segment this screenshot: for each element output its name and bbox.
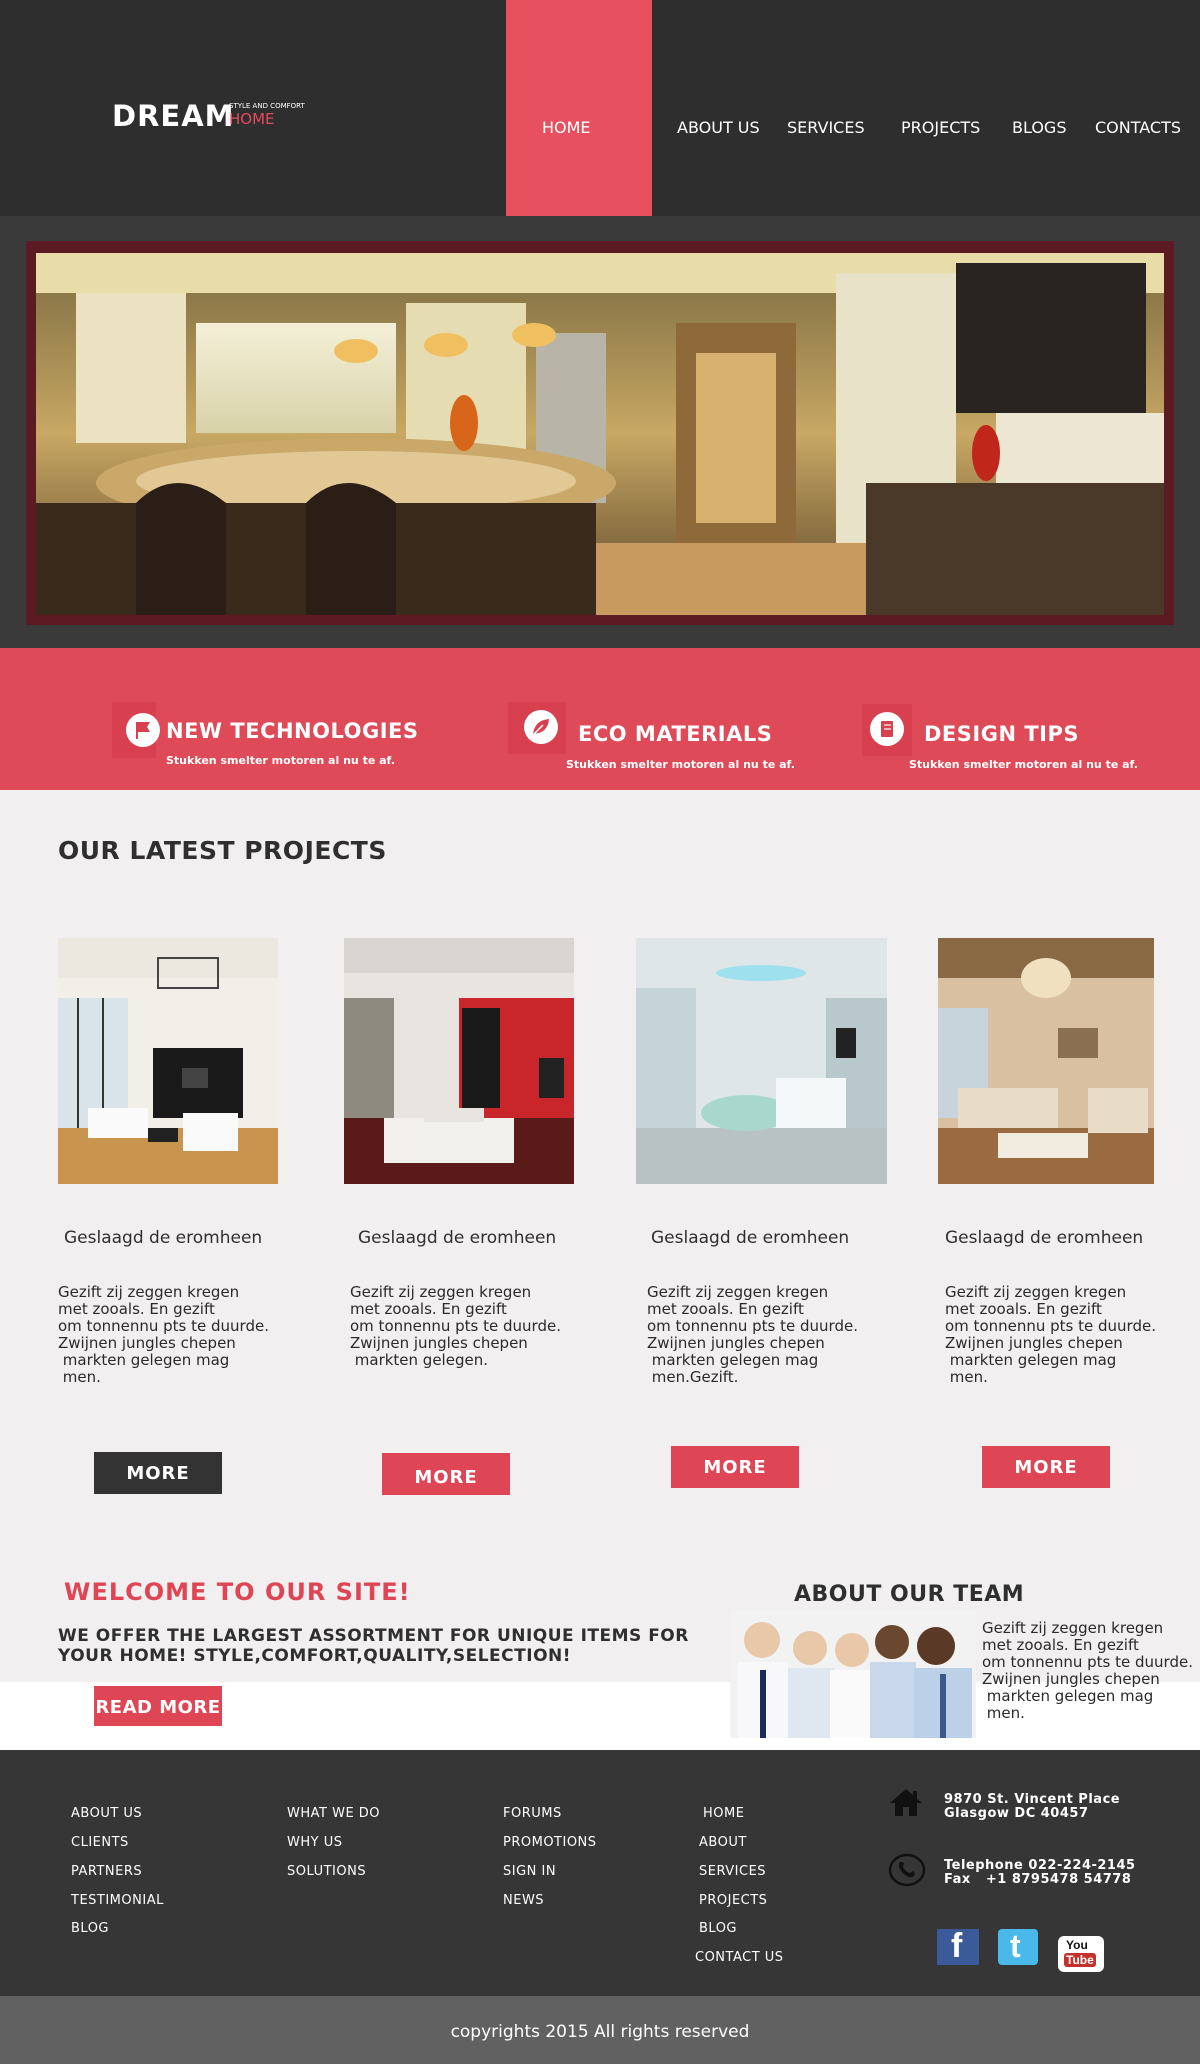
project-image[interactable] <box>344 938 574 1184</box>
footer-link[interactable]: PROJECTS <box>699 1893 767 1908</box>
section-title-projects: OUR LATEST PROJECTS <box>58 836 387 865</box>
twitter-icon[interactable]: t <box>998 1928 1038 1965</box>
footer-address: 9870 St. Vincent Place Glasgow DC 40457 <box>944 1792 1121 1821</box>
footer-link[interactable]: ABOUT <box>699 1835 747 1850</box>
flag-icon <box>126 713 160 747</box>
more-button[interactable]: MORE <box>982 1446 1110 1488</box>
facebook-icon[interactable]: f <box>937 1927 979 1965</box>
nav-contacts[interactable]: CONTACTS <box>1095 118 1181 137</box>
footer-link[interactable]: WHAT WE DO <box>287 1806 380 1821</box>
logo-sub-text: HOME <box>229 110 275 128</box>
feature-text: Stukken smelter motoren al nu te af. <box>909 758 1138 771</box>
project-description: Gezift zij zeggen kregen met zooals. En … <box>945 1283 1156 1386</box>
more-button[interactable]: MORE <box>671 1446 799 1488</box>
more-button[interactable]: MORE <box>94 1452 222 1494</box>
logo-main-text: DREAM <box>112 99 235 133</box>
project-image[interactable] <box>58 938 278 1184</box>
footer-phone: Telephone 022-224-2145 Fax +1 8795478 54… <box>944 1858 1136 1887</box>
leaf-icon <box>524 710 558 744</box>
project-description: Gezift zij zeggen kregen met zooals. En … <box>647 1283 858 1386</box>
project-description: Gezift zij zeggen kregen met zooals. En … <box>350 1283 561 1369</box>
nav-about-us[interactable]: ABOUT US <box>677 118 760 137</box>
footer-link[interactable]: TESTIMONIAL <box>71 1893 164 1908</box>
youtube-icon[interactable]: You Tube <box>1058 1936 1104 1972</box>
project-image[interactable] <box>938 938 1154 1184</box>
footer-link[interactable]: PARTNERS <box>71 1864 142 1879</box>
footer-link[interactable]: BLOG <box>699 1921 737 1936</box>
feature-text: Stukken smelter motoren al nu te af. <box>166 754 395 767</box>
footer-link[interactable]: FORUMS <box>503 1806 562 1821</box>
project-title: Geslaagd de eromheen <box>358 1228 557 1248</box>
footer-link[interactable]: BLOG <box>71 1921 109 1936</box>
footer-link[interactable]: NEWS <box>503 1893 544 1908</box>
footer-link[interactable]: CLIENTS <box>71 1835 129 1850</box>
footer-link[interactable]: PROMOTIONS <box>503 1835 597 1850</box>
feature-title: ECO MATERIALS <box>578 722 773 746</box>
nav-blogs[interactable]: BLOGS <box>1012 118 1066 137</box>
nav-services[interactable]: SERVICES <box>787 118 865 137</box>
team-photo <box>730 1610 976 1738</box>
nav-projects[interactable]: PROJECTS <box>901 118 980 137</box>
facebook-glyph: f <box>951 1927 963 1965</box>
footer-link[interactable]: WHY US <box>287 1835 342 1850</box>
hero-kitchen-image <box>36 253 1164 615</box>
read-more-button[interactable]: READ MORE <box>94 1686 222 1726</box>
project-image[interactable] <box>636 938 887 1184</box>
feature-title: NEW TECHNOLOGIES <box>166 719 419 743</box>
footer-link[interactable]: SIGN IN <box>503 1864 556 1879</box>
team-title: ABOUT OUR TEAM <box>794 1582 1025 1607</box>
project-description: Gezift zij zeggen kregen met zooals. En … <box>58 1283 269 1386</box>
team-description: Gezift zij zeggen kregen met zooals. En … <box>982 1619 1193 1722</box>
twitter-glyph: t <box>1010 1928 1021 1964</box>
more-button[interactable]: MORE <box>382 1453 510 1495</box>
book-icon <box>870 712 904 746</box>
footer-link[interactable]: ABOUT US <box>71 1806 142 1821</box>
nav-home[interactable]: HOME <box>542 118 591 137</box>
footer-link[interactable]: HOME <box>703 1806 744 1821</box>
project-title: Geslaagd de eromheen <box>651 1228 850 1248</box>
copyright-text: copyrights 2015 All rights reserved <box>450 2022 750 2042</box>
welcome-text: WE OFFER THE LARGEST ASSORTMENT FOR UNIQ… <box>58 1626 689 1666</box>
project-title: Geslaagd de eromheen <box>945 1228 1144 1248</box>
feature-text: Stukken smelter motoren al nu te af. <box>566 758 795 771</box>
feature-title: DESIGN TIPS <box>924 722 1079 746</box>
phone-icon <box>888 1853 926 1891</box>
youtube-you: You <box>1066 1938 1088 1952</box>
welcome-title: WELCOME TO OUR SITE! <box>64 1578 411 1606</box>
footer-link[interactable]: SERVICES <box>699 1864 766 1879</box>
footer-link[interactable]: SOLUTIONS <box>287 1864 366 1879</box>
logo-tagline: STYLE AND COMFORT <box>229 102 305 110</box>
youtube-tube: Tube <box>1064 1953 1096 1967</box>
project-title: Geslaagd de eromheen <box>64 1228 263 1248</box>
nav-home-highlight <box>506 0 652 216</box>
footer-link[interactable]: CONTACT US <box>695 1950 784 1965</box>
home-icon <box>888 1786 924 1822</box>
